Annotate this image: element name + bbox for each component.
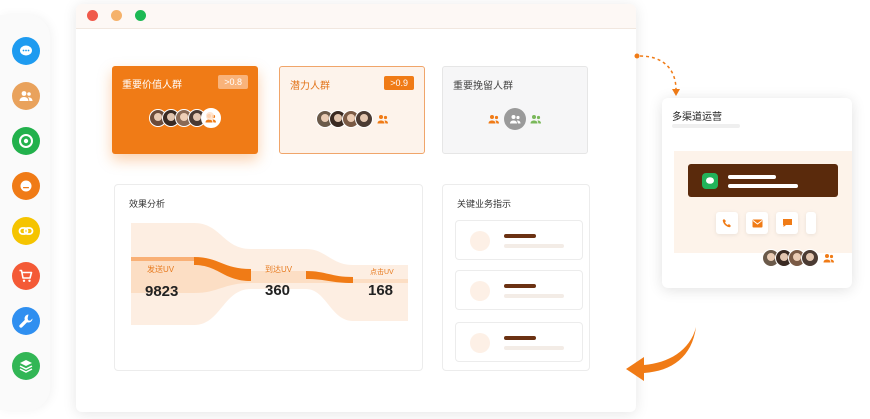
message-icon[interactable] — [12, 172, 40, 200]
segment-title: 重要价值人群 — [122, 80, 182, 91]
phone-icon[interactable] — [716, 212, 738, 234]
mail-icon[interactable] — [746, 212, 768, 234]
funnel-stage-label: 点击UV — [370, 269, 394, 276]
funnel-stage-value: 9823 — [145, 283, 179, 300]
users-icon[interactable] — [12, 82, 40, 110]
kpi-panel: 关键业务指示 — [442, 184, 590, 371]
layers-icon[interactable] — [12, 352, 40, 380]
more-channel-icon[interactable] — [806, 212, 816, 234]
users-group-icon — [504, 108, 526, 130]
funnel-stage-label: 到达UV — [265, 265, 293, 274]
left-rail — [0, 15, 50, 410]
users-group-icon — [530, 114, 542, 124]
wrench-icon[interactable] — [12, 307, 40, 335]
funnel-stage-value: 168 — [368, 282, 394, 299]
users-group-icon — [823, 253, 835, 263]
kpi-item[interactable] — [455, 220, 583, 260]
shutter-icon[interactable] — [12, 127, 40, 155]
segment-title: 重要挽留人群 — [453, 81, 513, 92]
avatar — [354, 110, 373, 128]
chat-bubble-icon[interactable] — [12, 37, 40, 65]
avatar — [801, 249, 819, 267]
segment-card-potential[interactable]: 潜力人群 >0.9 — [279, 66, 425, 154]
users-group-icon — [201, 108, 221, 128]
effect-analysis-panel: 效果分析 发送UV 9823 到达UV 360 点击UV 168 — [114, 184, 423, 371]
close-dot[interactable] — [87, 10, 98, 21]
maximize-dot[interactable] — [135, 10, 146, 21]
main-window: 重要价值人群 >0.8 潜力人群 >0.9 重要挽留人群 效果分析 发送UV 9… — [76, 4, 636, 412]
cart-icon[interactable] — [12, 262, 40, 290]
segment-badge: >0.8 — [218, 75, 248, 89]
avatar-group — [762, 249, 835, 267]
link-icon[interactable] — [12, 217, 40, 245]
avatar-group — [112, 108, 258, 128]
funnel-stage-value: 360 — [265, 282, 291, 299]
card-title: 多渠道运营 — [672, 112, 722, 123]
avatar-group — [443, 108, 587, 130]
segment-title: 潜力人群 — [290, 81, 330, 92]
minimize-dot[interactable] — [111, 10, 122, 21]
window-titlebar — [76, 4, 636, 29]
kpi-item[interactable] — [455, 322, 583, 362]
segment-card-high-value[interactable]: 重要价值人群 >0.8 — [112, 66, 258, 154]
kpi-item[interactable] — [455, 270, 583, 310]
segment-card-retention[interactable]: 重要挽留人群 — [442, 66, 588, 154]
segment-badge: >0.9 — [384, 76, 414, 90]
users-group-icon — [377, 114, 389, 124]
sms-icon[interactable] — [776, 212, 798, 234]
panel-title: 关键业务指示 — [457, 199, 512, 209]
users-group-icon — [488, 114, 500, 124]
funnel-stage-label: 发送UV — [147, 265, 175, 274]
curved-return-arrow — [626, 327, 696, 381]
panel-title: 效果分析 — [129, 199, 166, 209]
message-bubble[interactable] — [688, 164, 838, 197]
wechat-icon — [702, 173, 718, 189]
avatar-group — [280, 109, 424, 129]
